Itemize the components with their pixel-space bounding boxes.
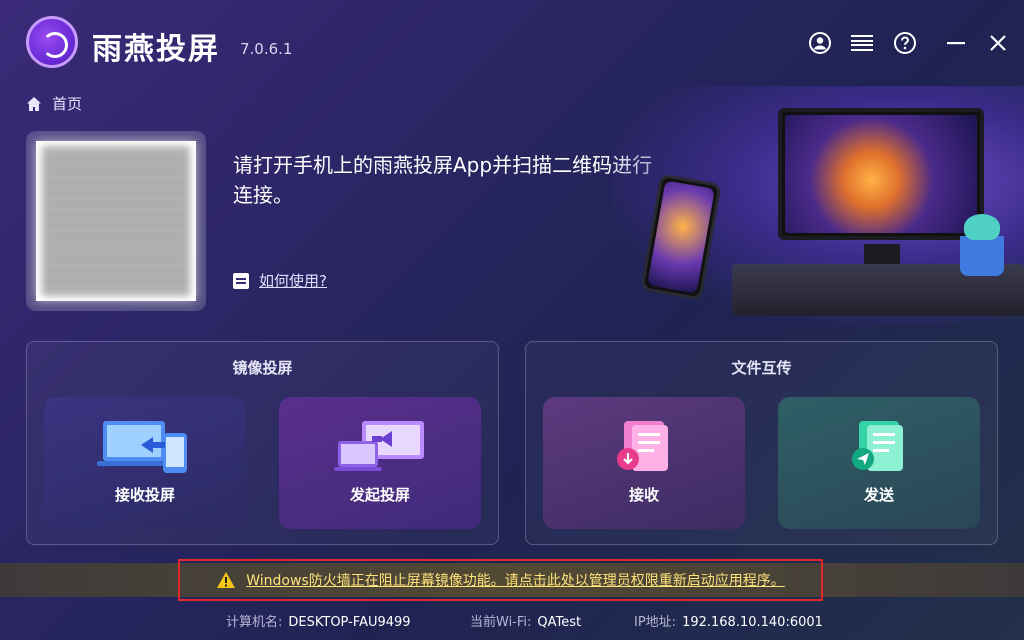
send-file-label: 发送 bbox=[863, 486, 894, 504]
start-mirror-button[interactable]: 发起投屏 bbox=[279, 397, 481, 529]
status-bar: 计算机名: DESKTOP-FAU9499 当前Wi-Fi: QATest IP地址… bbox=[0, 608, 1024, 632]
file-panel-title: 文件互传 bbox=[731, 359, 792, 377]
mirror-panel-title: 镜像投屏 bbox=[232, 359, 293, 377]
current-wifi: 当前Wi-Fi: QATest bbox=[470, 615, 582, 630]
firewall-warning[interactable]: Windows防火墙正在阻止屏幕镜像功能。请点击此处以管理员权限重新启动应用程序… bbox=[178, 559, 823, 601]
title-bar: 雨燕投屏 7.0.6.1 bbox=[0, 0, 1024, 86]
breadcrumb-home-label: 首页 bbox=[52, 95, 83, 113]
plant-illustration bbox=[960, 214, 1004, 276]
warning-icon bbox=[216, 571, 236, 589]
receive-file-label: 接收 bbox=[628, 486, 659, 504]
breadcrumb[interactable]: 首页 bbox=[26, 93, 82, 114]
howto-link[interactable]: 如何使用? bbox=[233, 270, 327, 291]
receive-mirror-label: 接收投屏 bbox=[114, 486, 175, 504]
user-icon[interactable] bbox=[807, 30, 833, 56]
computer-name: 计算机名: DESKTOP-FAU9499 bbox=[226, 615, 411, 630]
phone-illustration bbox=[640, 173, 722, 301]
monitor-illustration bbox=[778, 108, 984, 240]
send-file-icon bbox=[849, 419, 909, 479]
howto-link-label[interactable]: 如何使用? bbox=[259, 270, 327, 291]
receive-file-button[interactable]: 接收 bbox=[543, 397, 745, 529]
app-title: 雨燕投屏 bbox=[92, 32, 220, 67]
app-version: 7.0.6.1 bbox=[240, 40, 293, 58]
start-mirror-icon bbox=[332, 419, 428, 479]
minimize-icon[interactable] bbox=[943, 30, 969, 56]
receive-mirror-button[interactable]: 接收投屏 bbox=[44, 397, 246, 529]
qr-code-card bbox=[26, 131, 206, 311]
help-icon[interactable] bbox=[892, 30, 918, 56]
book-icon bbox=[233, 272, 249, 289]
hero-illustration bbox=[612, 86, 1024, 324]
start-mirror-label: 发起投屏 bbox=[349, 486, 410, 504]
mirror-panel: 镜像投屏 接收投屏 发起投屏 bbox=[26, 341, 499, 545]
send-file-button[interactable]: 发送 bbox=[778, 397, 980, 529]
receive-mirror-icon bbox=[97, 419, 193, 479]
file-transfer-panel: 文件互传 接收 发送 bbox=[525, 341, 998, 545]
ip-address: IP地址: 192.168.10.140:6001 bbox=[634, 615, 823, 630]
app-logo-icon bbox=[26, 16, 78, 68]
firewall-warning-text[interactable]: Windows防火墙正在阻止屏幕镜像功能。请点击此处以管理员权限重新启动应用程序… bbox=[246, 570, 785, 590]
receive-file-icon bbox=[614, 419, 674, 479]
menu-icon[interactable] bbox=[849, 30, 875, 56]
qr-code bbox=[36, 141, 196, 301]
close-icon[interactable] bbox=[985, 30, 1011, 56]
connect-instruction: 请打开手机上的雨燕投屏App并扫描二维码进行连接。 bbox=[233, 153, 653, 207]
home-icon bbox=[26, 96, 42, 112]
